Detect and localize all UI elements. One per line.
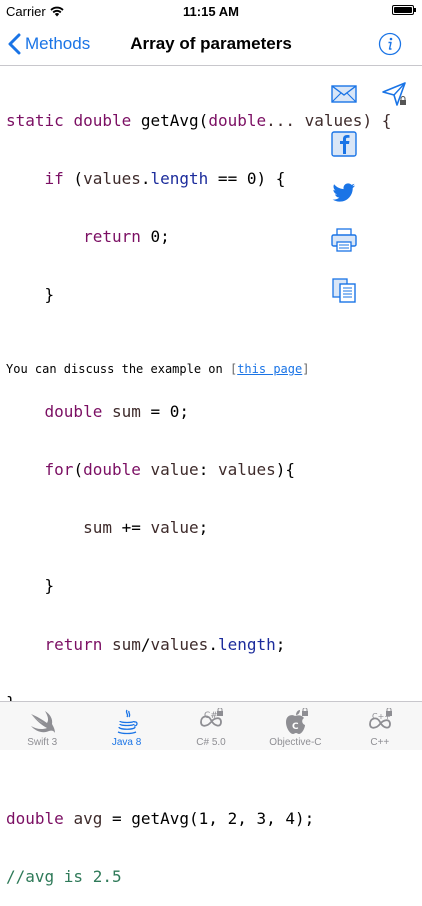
code-token: length bbox=[217, 634, 276, 654]
code-token: return bbox=[83, 227, 141, 247]
tab-csharp[interactable]: C# C# 5.0 bbox=[169, 702, 253, 750]
back-button[interactable]: Methods bbox=[8, 22, 90, 66]
objc-icon: C bbox=[286, 708, 309, 734]
link-bracket: ] bbox=[302, 362, 310, 376]
code-token: values bbox=[217, 460, 276, 480]
code-token: ; bbox=[198, 518, 209, 538]
status-bar: Carrier 11:15 AM bbox=[0, 0, 422, 22]
code-token: ; bbox=[275, 634, 286, 654]
copy-icon[interactable] bbox=[330, 276, 358, 304]
code-token: static bbox=[6, 110, 64, 130]
back-button-label: Methods bbox=[25, 34, 91, 53]
tab-bar: Swift 3 Java 8 C# C# 5.0 C Objective-C C… bbox=[0, 701, 422, 750]
code-line: } bbox=[6, 576, 416, 595]
code-token: avg bbox=[73, 809, 103, 829]
tab-java[interactable]: Java 8 bbox=[84, 702, 168, 750]
code-line: sum += value; bbox=[6, 518, 416, 537]
battery-icon bbox=[392, 5, 416, 15]
print-icon[interactable] bbox=[330, 226, 358, 254]
code-token: += bbox=[111, 518, 151, 538]
tab-objc[interactable]: C Objective-C bbox=[253, 702, 337, 750]
code-token: 0; bbox=[140, 227, 170, 247]
code-token: = getAvg(1, 2, 3, 4); bbox=[102, 809, 315, 829]
code-token: double bbox=[73, 110, 132, 130]
code-token: value bbox=[150, 460, 199, 480]
code-token: length bbox=[150, 169, 209, 189]
code-token: values bbox=[83, 169, 141, 189]
discussion-prefix: You can discuss the example on bbox=[6, 362, 230, 376]
status-time: 11:15 AM bbox=[183, 3, 239, 19]
code-token: double bbox=[83, 460, 141, 480]
code-line: for(double value: values){ bbox=[44, 460, 296, 480]
code-token: sum bbox=[111, 401, 141, 421]
code-token: == 0) { bbox=[208, 169, 286, 189]
email-icon[interactable] bbox=[330, 80, 358, 108]
code-token: values bbox=[150, 634, 209, 654]
facebook-icon[interactable] bbox=[330, 130, 358, 158]
svg-text:C: C bbox=[292, 722, 299, 732]
swift-icon bbox=[31, 711, 56, 733]
code-token: = 0; bbox=[140, 401, 190, 421]
tab-cpp[interactable]: C++ C++ bbox=[338, 702, 422, 750]
code-token: for bbox=[44, 460, 74, 480]
code-token: } bbox=[44, 285, 55, 305]
code-token: sum bbox=[111, 634, 141, 654]
code-token: double bbox=[44, 401, 103, 421]
code-token: getAvg bbox=[140, 110, 199, 130]
discussion-text: You can discuss the example on [this pag… bbox=[6, 362, 416, 376]
tab-label: Java 8 bbox=[111, 737, 142, 748]
navigation-bar: Methods Array of parameters bbox=[0, 22, 422, 66]
code-token: } bbox=[44, 576, 55, 596]
tab-label: C# 5.0 bbox=[196, 737, 226, 748]
cpp-icon: C++ bbox=[368, 708, 392, 729]
csharp-icon: C# bbox=[200, 708, 224, 727]
twitter-icon[interactable] bbox=[330, 178, 358, 206]
tab-swift[interactable]: Swift 3 bbox=[0, 702, 84, 750]
code-token: double bbox=[208, 110, 267, 130]
discussion-link[interactable]: this page bbox=[237, 362, 302, 376]
tab-label: Objective-C bbox=[269, 737, 322, 748]
info-icon[interactable] bbox=[378, 32, 402, 56]
chevron-left-icon bbox=[8, 33, 21, 55]
svg-text:C#: C# bbox=[204, 711, 218, 721]
code-line: return sum/values.length; bbox=[44, 634, 286, 654]
code-token: ){ bbox=[275, 460, 296, 480]
code-line: double avg = getAvg(1, 2, 3, 4); bbox=[6, 809, 416, 828]
code-token: value bbox=[150, 518, 199, 538]
code-token: return bbox=[44, 634, 103, 654]
code-line: double sum = 0; bbox=[6, 402, 416, 421]
code-token: sum bbox=[83, 518, 112, 538]
code-token: double bbox=[6, 809, 64, 829]
code-line: static double getAvg(double... values) { bbox=[6, 110, 392, 130]
tab-label: Swift 3 bbox=[27, 737, 58, 748]
code-token: ... values) { bbox=[266, 110, 392, 130]
code-comment: //avg is 2.5 bbox=[6, 867, 122, 887]
java-icon bbox=[117, 709, 138, 735]
tab-label: C++ bbox=[370, 737, 390, 748]
send-icon[interactable] bbox=[380, 80, 410, 110]
code-token: if bbox=[44, 169, 64, 189]
code-line: //avg is 2.5 bbox=[6, 867, 416, 886]
